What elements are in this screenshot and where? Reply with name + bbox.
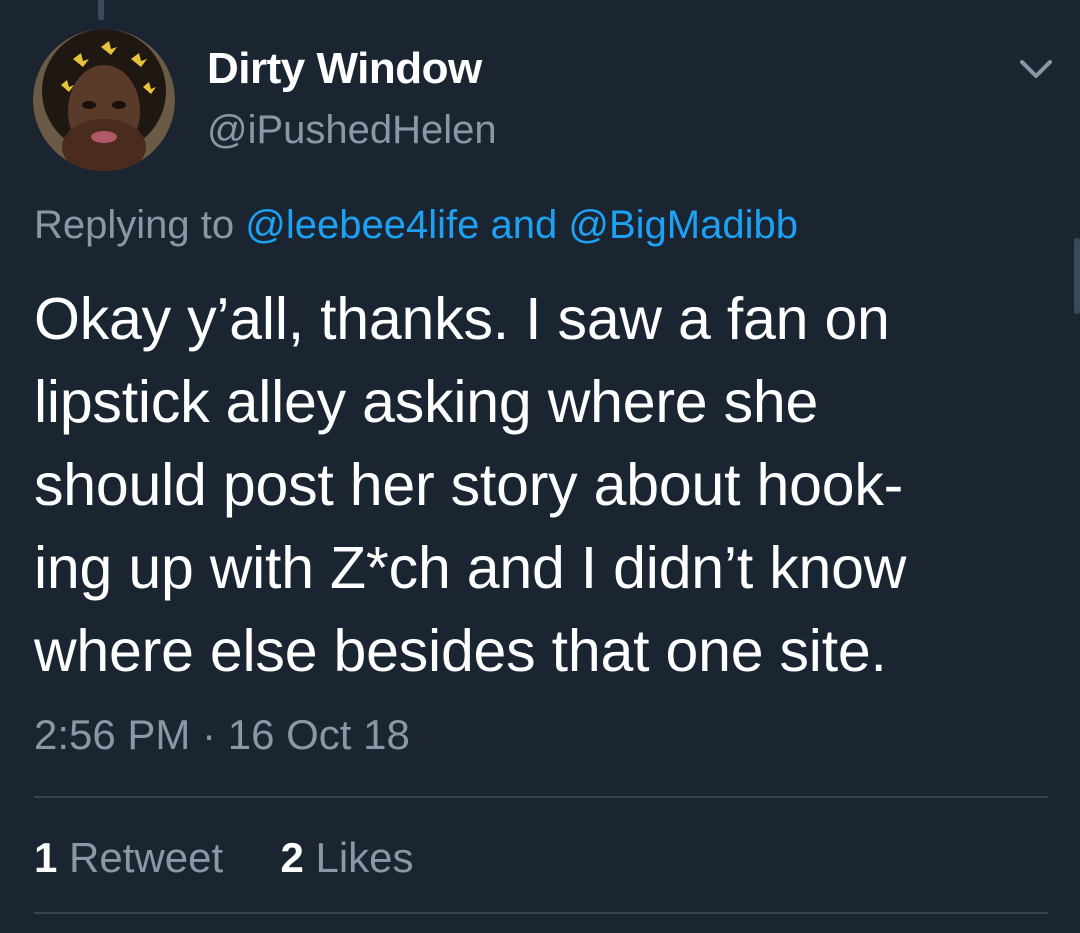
avatar-image [33,29,175,171]
mention-leebee4life[interactable]: @leebee4life [245,203,479,247]
retweets-label: Retweet [69,834,224,881]
divider [34,796,1048,798]
chevron-down-icon [1020,60,1052,78]
tweet-text: Okay y’all, thanks. I saw a fan on lipst… [34,278,1044,693]
tweet-timestamp[interactable]: 2:56 PM · 16 Oct 18 [34,711,410,759]
retweets-count: 1 [34,834,58,881]
retweets-stat[interactable]: 1 Retweet [34,834,235,881]
replying-to-conjunction: and [490,203,558,247]
tweet-text-line: where else besides that one site. [34,618,887,684]
tweet-text-line: Okay y’all, thanks. I saw a fan on [34,286,890,352]
thread-connector-line [98,0,104,20]
divider [34,912,1048,914]
likes-count: 2 [280,834,304,881]
tweet-text-line: ing up with Z*ch and I didn’t know [34,535,907,601]
tweet-menu-button[interactable] [1014,52,1058,84]
replying-to: Replying to @leebee4life and @BigMadibb [34,203,798,248]
likes-label: Likes [315,834,414,881]
replying-to-label: Replying to [34,203,235,247]
user-handle[interactable]: @iPushedHelen [207,108,497,153]
avatar[interactable] [33,29,175,171]
tweet-text-line: should post her story about hook- [34,452,904,518]
display-name[interactable]: Dirty Window [207,44,482,94]
likes-stat[interactable]: 2 Likes [280,834,413,881]
mention-bigmadibb[interactable]: @BigMadibb [568,203,798,247]
tweet-stats: 1 Retweet 2 Likes [34,834,414,882]
tweet-text-line: lipstick alley asking where she [34,369,819,435]
scrollbar[interactable] [1074,238,1080,314]
